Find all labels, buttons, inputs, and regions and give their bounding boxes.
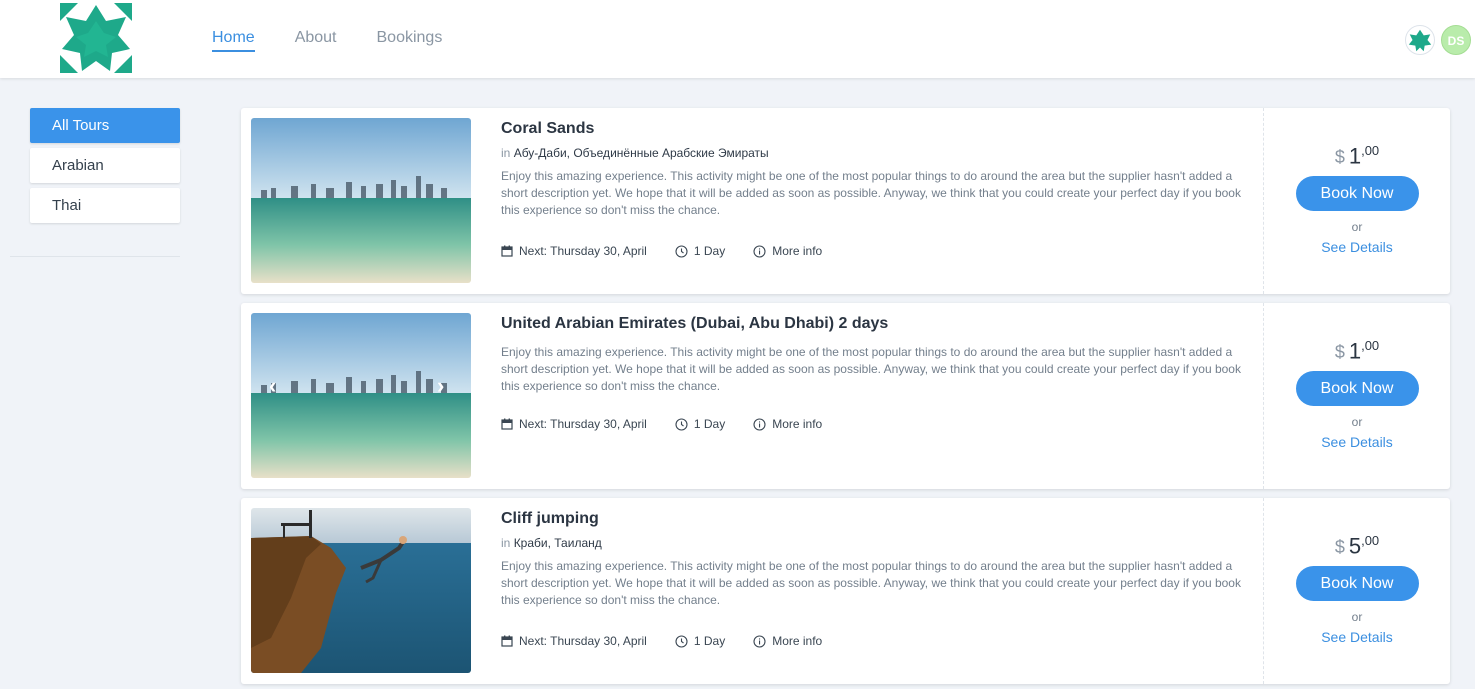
currency-symbol: $ [1334, 537, 1345, 558]
duration-text: 1 Day [693, 244, 726, 258]
duration-text: 1 Day [693, 417, 726, 431]
tour-filter-sidebar: All Tours Arabian Thai [30, 108, 180, 228]
tour-title[interactable]: Cliff jumping [501, 510, 1253, 528]
tour-price: $1,00 [1264, 143, 1450, 169]
filter-all-tours[interactable]: All Tours [30, 108, 180, 143]
tour-location: in Абу-Даби, Объединённые Арабские Эмира… [501, 146, 1253, 160]
or-separator: or [1351, 610, 1363, 625]
price-column: $1,00 Book Now or See Details [1263, 108, 1450, 294]
location-prefix: in [501, 146, 511, 160]
user-avatar[interactable]: DS [1441, 25, 1471, 55]
price-column: $5,00 Book Now or See Details [1263, 498, 1450, 684]
filter-arabian[interactable]: Arabian [30, 148, 180, 183]
carousel-prev-icon[interactable]: ‹ [269, 373, 276, 399]
price-decimal: ,00 [1361, 533, 1380, 548]
currency-symbol: $ [1334, 147, 1345, 168]
info-icon [753, 417, 766, 431]
next-date-text: Next: Thursday 30, April [519, 244, 647, 258]
location-text: Краби, Таиланд [513, 536, 602, 550]
book-now-button[interactable]: Book Now [1295, 176, 1419, 212]
tour-title[interactable]: Coral Sands [501, 120, 1253, 138]
info-icon [753, 244, 766, 258]
next-date: Next: Thursday 30, April [501, 634, 647, 648]
tour-price: $5,00 [1264, 533, 1450, 559]
see-details-link[interactable]: See Details [1264, 239, 1450, 255]
nav-home[interactable]: Home [212, 29, 255, 52]
org-logo-icon[interactable] [1405, 25, 1435, 55]
next-date: Next: Thursday 30, April [501, 417, 647, 431]
tour-title[interactable]: United Arabian Emirates (Dubai, Abu Dhab… [501, 315, 1253, 333]
more-info-link[interactable]: More info [753, 244, 822, 258]
filter-thai[interactable]: Thai [30, 188, 180, 223]
nav-about[interactable]: About [295, 29, 337, 52]
duration: 1 Day [675, 244, 725, 258]
calendar-icon [501, 245, 513, 257]
clock-icon [675, 244, 688, 258]
sidebar-divider [10, 256, 180, 257]
tour-description: Enjoy this amazing experience. This acti… [501, 559, 1241, 607]
more-info-link[interactable]: More info [753, 634, 822, 648]
top-header: Home About Bookings DS [0, 0, 1475, 78]
see-details-link[interactable]: See Details [1264, 629, 1450, 645]
tour-price: $1,00 [1264, 338, 1450, 364]
tour-meta: Next: Thursday 30, April 1 Day More info [501, 244, 850, 258]
clock-icon [675, 417, 688, 431]
tour-meta: Next: Thursday 30, April 1 Day More info [501, 417, 850, 431]
tour-description: Enjoy this amazing experience. This acti… [501, 345, 1241, 393]
main-nav: Home About Bookings [212, 29, 482, 52]
more-info-link[interactable]: More info [753, 417, 822, 431]
tour-description: Enjoy this amazing experience. This acti… [501, 169, 1241, 217]
info-icon [753, 634, 766, 648]
more-info-text[interactable]: More info [772, 634, 822, 648]
see-details-link[interactable]: See Details [1264, 434, 1450, 450]
tour-meta: Next: Thursday 30, April 1 Day More info [501, 634, 850, 648]
carousel-next-icon[interactable]: › [437, 373, 444, 399]
tour-location: in Краби, Таиланд [501, 536, 1253, 550]
price-integer: 1 [1348, 338, 1362, 364]
book-now-button[interactable]: Book Now [1295, 566, 1419, 602]
clock-icon [675, 634, 688, 648]
price-integer: 1 [1348, 143, 1362, 169]
next-date: Next: Thursday 30, April [501, 244, 647, 258]
price-column: $1,00 Book Now or See Details [1263, 303, 1450, 489]
calendar-icon [501, 418, 513, 430]
tour-card: ‹ › United Arabian Emirates (Dubai, Abu … [241, 303, 1450, 489]
tour-image-beach-skyline[interactable] [251, 118, 471, 283]
tour-card: Cliff jumping in Краби, Таиланд Enjoy th… [241, 498, 1450, 684]
nav-bookings[interactable]: Bookings [377, 29, 443, 52]
more-info-text[interactable]: More info [772, 417, 822, 431]
price-integer: 5 [1348, 533, 1362, 559]
or-separator: or [1351, 415, 1363, 430]
location-text: Абу-Даби, Объединённые Арабские Эмираты [513, 146, 769, 160]
next-date-text: Next: Thursday 30, April [519, 634, 647, 648]
duration-text: 1 Day [693, 634, 726, 648]
next-date-text: Next: Thursday 30, April [519, 417, 647, 431]
or-separator: or [1351, 220, 1363, 235]
tour-card: Coral Sands in Абу-Даби, Объединённые Ар… [241, 108, 1450, 294]
brand-logo[interactable] [60, 3, 132, 73]
more-info-text[interactable]: More info [772, 244, 822, 258]
book-now-button[interactable]: Book Now [1295, 371, 1419, 407]
price-decimal: ,00 [1361, 143, 1380, 158]
duration: 1 Day [675, 417, 725, 431]
calendar-icon [501, 635, 513, 647]
location-prefix: in [501, 536, 511, 550]
price-decimal: ,00 [1361, 338, 1380, 353]
tour-image-cliff-jump[interactable] [251, 508, 471, 673]
duration: 1 Day [675, 634, 725, 648]
currency-symbol: $ [1334, 342, 1345, 363]
